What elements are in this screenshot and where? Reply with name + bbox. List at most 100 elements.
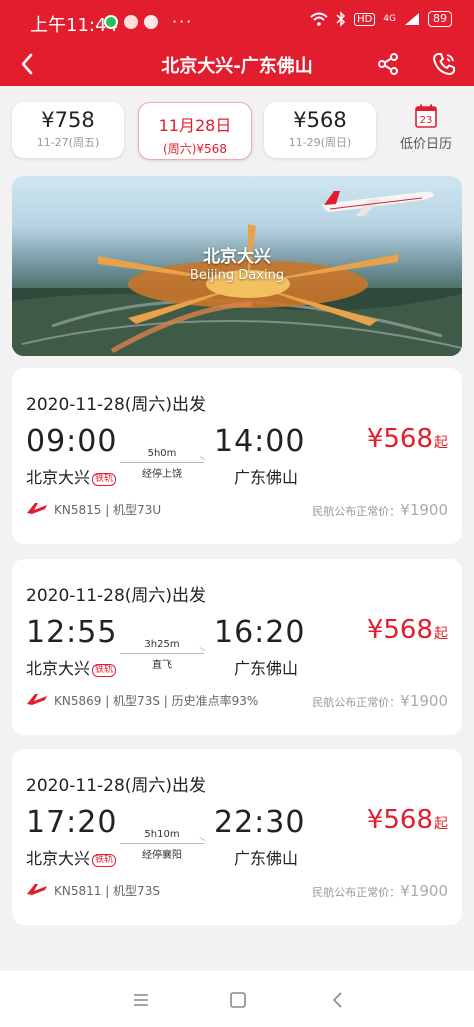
flight-card[interactable]: 2020-11-28(周六)出发 12:55 3h25m 直飞 16:20 北京…	[12, 559, 462, 735]
top-nav: 北京大兴-广东佛山	[0, 42, 474, 86]
reference-price: 民航公布正常价：¥1900	[312, 692, 448, 710]
system-back-button[interactable]	[326, 989, 350, 1011]
reference-price-value: ¥1900	[400, 882, 448, 900]
flight-price: ¥568起	[367, 805, 448, 835]
calendar-day: 23	[420, 115, 433, 126]
reference-price-value: ¥1900	[400, 692, 448, 710]
flight-duration: 3h25m 直飞	[120, 639, 204, 671]
stop-info: 经停上饶	[142, 469, 182, 480]
stop-info: 经停襄阳	[142, 850, 182, 861]
share-icon	[378, 53, 398, 75]
status-app-icons: ···	[104, 12, 193, 31]
departure-time: 09:00	[26, 424, 118, 459]
airline-logo-icon	[27, 503, 47, 514]
departure-time: 17:20	[26, 805, 118, 840]
signal-icon	[405, 13, 419, 25]
airline-logo-icon	[27, 694, 47, 705]
route-arrow	[120, 653, 204, 654]
route-arrow	[120, 843, 204, 844]
duration-text: 5h0m	[147, 448, 177, 459]
flight-info: KN5815 | 机型73U	[54, 503, 162, 517]
home-icon	[230, 992, 246, 1008]
low-price-calendar-button[interactable]: 23 低价日历	[390, 102, 462, 158]
departure-city-name: 北京大兴	[26, 659, 91, 678]
next-day-price: ¥568	[293, 108, 347, 132]
arrival-time: 14:00	[214, 424, 306, 459]
current-day-option[interactable]: 11月28日 (周六)¥568	[138, 102, 252, 160]
price-value: ¥568	[366, 424, 433, 454]
menu-button[interactable]	[129, 989, 153, 1011]
flight-card[interactable]: 2020-11-28(周六)出发 09:00 5h0m 经停上饶 14:00 北…	[12, 368, 462, 544]
departure-date: 2020-11-28(周六)出发	[26, 395, 207, 415]
calendar-label: 低价日历	[399, 137, 452, 152]
price-value: ¥568	[366, 805, 433, 835]
call-button[interactable]	[430, 50, 458, 78]
departure-city-name: 北京大兴	[26, 849, 91, 868]
route-arrow	[120, 462, 204, 463]
calendar-icon: 23	[415, 104, 437, 128]
hd-indicator: HD	[354, 12, 376, 26]
status-bar: 上午11:44 ··· HD 4G 89	[0, 0, 474, 42]
departure-city: 北京大兴 铁轨	[26, 655, 117, 679]
current-day-date: 11月28日	[158, 116, 232, 135]
price-suffix: 起	[434, 435, 448, 451]
flight-price: ¥568起	[367, 424, 448, 454]
duration-text: 3h25m	[144, 639, 180, 650]
reference-price-value: ¥1900	[400, 501, 448, 519]
status-indicators: HD 4G 89	[310, 11, 452, 27]
price-suffix: 起	[434, 816, 448, 832]
rail-tag: 铁轨	[92, 854, 117, 867]
departure-date: 2020-11-28(周六)出发	[26, 586, 207, 606]
price-value: ¥568	[366, 615, 433, 645]
departure-city: 北京大兴 铁轨	[26, 464, 117, 488]
app-notification-icon	[104, 14, 118, 29]
airport-name-en: Beijing Daxing	[189, 268, 285, 283]
share-button[interactable]	[374, 50, 402, 78]
airport-banner: 北京大兴 Beijing Daxing	[12, 176, 462, 356]
bluetooth-icon	[336, 11, 346, 27]
airline-logo-icon	[27, 884, 47, 895]
prev-day-price: ¥758	[41, 108, 95, 132]
airport-name-cn: 北京大兴	[203, 247, 271, 267]
flight-duration: 5h0m 经停上饶	[120, 448, 204, 480]
system-nav-bar	[0, 971, 474, 1027]
arrival-city: 广东佛山	[234, 659, 299, 678]
home-button[interactable]	[226, 989, 250, 1011]
rail-tag: 铁轨	[92, 473, 117, 486]
reference-price: 民航公布正常价：¥1900	[312, 882, 448, 900]
flight-duration: 5h10m 经停襄阳	[120, 829, 204, 861]
network-indicator: 4G	[383, 14, 396, 24]
more-notifications-icon: ···	[172, 12, 194, 31]
arrival-time: 22:30	[214, 805, 306, 840]
menu-icon	[134, 994, 148, 1006]
page-title: 北京大兴-广东佛山	[161, 56, 313, 77]
price-suffix: 起	[434, 626, 448, 642]
reference-price-label: 民航公布正常价：	[312, 505, 401, 518]
flight-card[interactable]: 2020-11-28(周六)出发 17:20 5h10m 经停襄阳 22:30 …	[12, 749, 462, 925]
arrival-city: 广东佛山	[234, 468, 299, 487]
stop-info: 直飞	[152, 660, 172, 671]
departure-city-name: 北京大兴	[26, 468, 91, 487]
prev-day-option[interactable]: ¥758 11-27(周五)	[12, 102, 124, 158]
arrival-city: 广东佛山	[234, 849, 299, 868]
arrival-time: 16:20	[214, 615, 306, 650]
back-triangle-icon	[332, 992, 342, 1008]
reference-price-label: 民航公布正常价：	[312, 696, 401, 709]
app-notification-icon	[124, 14, 138, 29]
current-day-price: (周六)¥568	[163, 142, 227, 156]
airplane-icon	[322, 191, 434, 216]
flight-price: ¥568起	[367, 615, 448, 645]
flight-info: KN5811 | 机型73S	[54, 884, 160, 898]
wifi-icon	[310, 12, 328, 26]
departure-date: 2020-11-28(周六)出发	[26, 776, 207, 796]
next-day-option[interactable]: ¥568 11-29(周日)	[264, 102, 376, 158]
date-selector: ¥758 11-27(周五) 11月28日 (周六)¥568 ¥568 11-2…	[0, 86, 474, 172]
battery-icon: 89	[428, 11, 452, 27]
next-day-date: 11-29(周日)	[288, 136, 352, 149]
departure-city: 北京大兴 铁轨	[26, 845, 117, 869]
phone-icon	[433, 53, 455, 75]
app-notification-icon	[144, 14, 158, 29]
prev-day-date: 11-27(周五)	[36, 136, 100, 149]
rail-tag: 铁轨	[92, 664, 117, 677]
reference-price: 民航公布正常价：¥1900	[312, 501, 448, 519]
